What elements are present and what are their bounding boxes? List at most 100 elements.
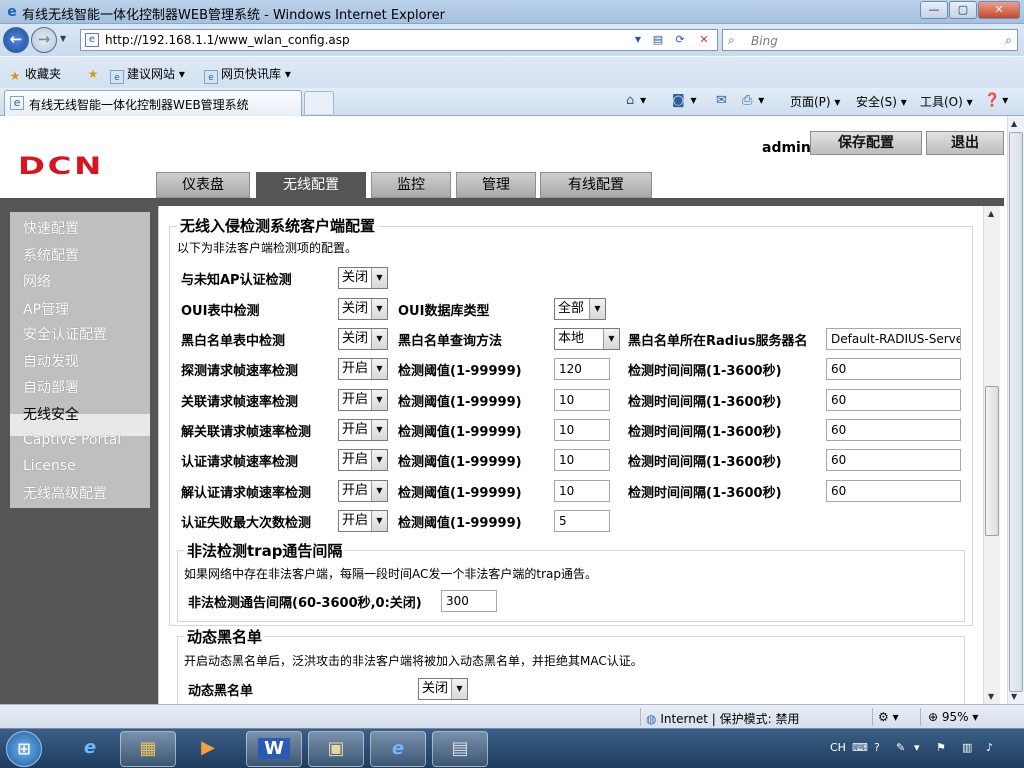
feeds-button[interactable]: ◙ ▾ [672, 93, 696, 108]
suggested-sites-link[interactable]: e 建议网站 ▾ [110, 65, 185, 84]
new-tab-button[interactable] [304, 91, 334, 114]
stop-icon[interactable]: ✕ [695, 32, 713, 48]
taskbar-explorer-icon[interactable]: ▦ [120, 731, 176, 767]
sidebar-item-ap-management[interactable]: AP管理 [23, 299, 69, 319]
address-dropdown-icon[interactable]: ▼ [629, 32, 647, 48]
page-menu[interactable]: 页面(P) ▾ [790, 93, 840, 110]
sidebar-item-security-auth[interactable]: 安全认证配置 [23, 324, 107, 344]
oui-db-type-select[interactable]: 全部 ▼ [554, 298, 606, 320]
tools-menu[interactable]: 工具(O) ▾ [920, 93, 973, 110]
taskbar-ie-window-icon[interactable]: e [370, 731, 426, 767]
assoc-threshold-input[interactable]: 10 [554, 389, 610, 411]
sidebar-item-wireless-security[interactable]: 无线安全 [23, 404, 79, 424]
page-scrollbar[interactable]: ▲ ▼ [1007, 116, 1024, 704]
start-button[interactable]: ⊞ [6, 731, 42, 767]
tab-monitor[interactable]: 监控 [371, 172, 451, 198]
radius-server-name-input[interactable]: Default-RADIUS-Server [826, 328, 961, 350]
auth-fail-threshold-input[interactable]: 5 [554, 510, 610, 532]
sidebar-item-quick-config[interactable]: 快速配置 [23, 218, 79, 238]
print-button[interactable]: ⎙ ▾ [742, 93, 764, 108]
volume-icon[interactable]: ♪ [986, 741, 993, 754]
disassoc-interval-input[interactable]: 60 [826, 419, 961, 441]
keyboard-icon[interactable]: ⌨ [852, 741, 868, 754]
taskbar-notepad-icon[interactable]: ▤ [432, 731, 488, 767]
sidebar-item-auto-discovery[interactable]: 自动发现 [23, 351, 79, 371]
disassoc-request-rate-detect-select[interactable]: 开启 ▼ [338, 419, 388, 441]
protected-mode-settings[interactable]: ⚙ ▾ [878, 710, 899, 724]
deauth-request-rate-detect-select[interactable]: 开启 ▼ [338, 480, 388, 502]
compatibility-view-icon[interactable]: ▤ [649, 32, 667, 48]
search-input[interactable]: Bing [751, 34, 778, 48]
blackwhite-list-detect-select[interactable]: 关闭 ▼ [338, 328, 388, 350]
refresh-icon[interactable]: ⟳ [671, 32, 689, 48]
blackwhite-query-method-select[interactable]: 本地 ▼ [554, 328, 620, 350]
recent-pages-dropdown[interactable]: ▼ [60, 34, 66, 43]
browser-tab[interactable]: e 有线无线智能一体化控制器WEB管理系统 [4, 90, 302, 116]
help-button[interactable]: ❓ ▾ [984, 93, 1008, 108]
auth-threshold-input[interactable]: 10 [554, 449, 610, 471]
pen-icon[interactable]: ✎ [896, 741, 905, 754]
auth-request-rate-detect-select[interactable]: 开启 ▼ [338, 449, 388, 471]
disassoc-threshold-input[interactable]: 10 [554, 419, 610, 441]
trap-interval-input[interactable]: 300 [441, 590, 497, 612]
assoc-request-rate-detect-select[interactable]: 开启 ▼ [338, 389, 388, 411]
sidebar-item-system-config[interactable]: 系统配置 [23, 245, 79, 265]
minimize-button[interactable]: — [920, 1, 948, 19]
web-slice-gallery-link[interactable]: e 网页快讯库 ▾ [204, 65, 291, 84]
safety-menu[interactable]: 安全(S) ▾ [856, 93, 907, 110]
forward-button[interactable]: → [31, 27, 57, 53]
window-title-bar[interactable]: e 有线无线智能一体化控制器WEB管理系统 - Windows Internet… [0, 0, 1024, 24]
favorites-button[interactable]: ★ 收藏夹 [8, 65, 61, 83]
taskbar-ie-icon[interactable]: e [62, 731, 118, 767]
probe-request-rate-detect-select[interactable]: 开启 ▼ [338, 358, 388, 380]
action-center-icon[interactable]: ⚑ [936, 741, 946, 754]
unknown-ap-auth-detect-select[interactable]: 关闭 ▼ [338, 267, 388, 289]
close-button[interactable]: ✕ [978, 1, 1020, 19]
search-icon[interactable]: ⌕ [1005, 33, 1012, 48]
taskbar-app-icon[interactable]: ▣ [308, 731, 364, 767]
search-box[interactable]: ⌕ Bing ⌕ [722, 29, 1018, 51]
oui-table-detect-select[interactable]: 关闭 ▼ [338, 298, 388, 320]
taskbar-word-icon[interactable]: W [246, 731, 302, 767]
tab-wireless-config[interactable]: 无线配置 [256, 172, 366, 198]
tab-wired-config[interactable]: 有线配置 [540, 172, 652, 198]
assoc-interval-input[interactable]: 60 [826, 389, 961, 411]
probe-threshold-input[interactable]: 120 [554, 358, 610, 380]
mail-button[interactable]: ✉ [716, 93, 729, 108]
save-config-button[interactable]: 保存配置 [810, 131, 922, 155]
sidebar-item-network[interactable]: 网络 [23, 271, 51, 291]
sidebar-item-license[interactable]: License [23, 458, 76, 474]
probe-interval-input[interactable]: 60 [826, 358, 961, 380]
home-button[interactable]: ⌂ ▾ [626, 93, 646, 108]
tab-dashboard[interactable]: 仪表盘 [156, 172, 250, 198]
ime-indicator[interactable]: CH [830, 741, 846, 754]
back-button[interactable]: ← [3, 27, 29, 53]
sidebar-item-advanced-wireless[interactable]: 无线高级配置 [23, 483, 107, 503]
add-favorite-icon[interactable]: ★ [86, 65, 103, 81]
sidebar-item-captive-portal[interactable]: Captive Portal [23, 432, 121, 448]
page-scroll-thumb[interactable] [1009, 132, 1023, 692]
deauth-threshold-input[interactable]: 10 [554, 480, 610, 502]
logout-button[interactable]: 退出 [926, 131, 1004, 155]
sidebar-item-auto-deploy[interactable]: 自动部署 [23, 377, 79, 397]
dynamic-blacklist-select[interactable]: 关闭 ▼ [418, 678, 468, 700]
address-bar[interactable]: e http://192.168.1.1/www_wlan_config.asp… [80, 29, 718, 51]
page-scroll-up-icon[interactable]: ▲ [1011, 119, 1017, 128]
url-text[interactable]: http://192.168.1.1/www_wlan_config.asp [105, 33, 350, 47]
content-scroll-thumb[interactable] [985, 386, 999, 536]
content-scrollbar[interactable]: ▲ ▼ [983, 206, 1000, 704]
taskbar-media-player-icon[interactable]: ▶ [180, 731, 236, 767]
tab-management[interactable]: 管理 [456, 172, 536, 198]
maximize-button[interactable]: ▢ [949, 1, 977, 19]
auth-interval-input[interactable]: 60 [826, 449, 961, 471]
scroll-up-icon[interactable]: ▲ [988, 209, 994, 218]
page-scroll-down-icon[interactable]: ▼ [1011, 692, 1017, 701]
deauth-interval-input[interactable]: 60 [826, 480, 961, 502]
scroll-down-icon[interactable]: ▼ [988, 692, 994, 701]
security-zone[interactable]: ◍ Internet | 保护模式: 禁用 [646, 710, 800, 727]
help-icon[interactable]: ? [874, 741, 880, 754]
network-icon[interactable]: ▥ [962, 741, 972, 754]
auth-fail-max-detect-select[interactable]: 开启 ▼ [338, 510, 388, 532]
tray-expand-icon[interactable]: ▾ [914, 741, 920, 754]
zoom-level[interactable]: ⊕ 95% ▾ [928, 710, 978, 724]
